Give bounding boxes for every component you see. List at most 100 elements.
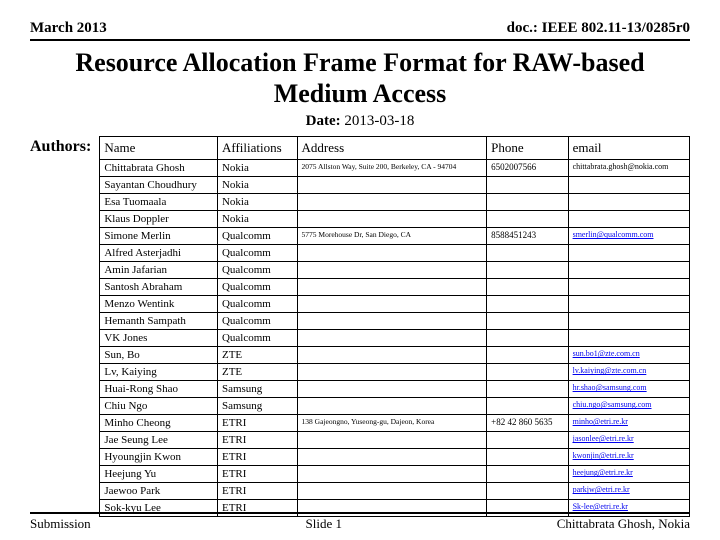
header: March 2013 doc.: IEEE 802.11-13/0285r0 xyxy=(30,20,690,37)
cell-affiliation: Nokia xyxy=(217,194,297,211)
cell-affiliation: Samsung xyxy=(217,381,297,398)
cell-name: Sayantan Choudhury xyxy=(100,177,218,194)
cell-phone: 6502007566 xyxy=(487,160,568,177)
cell-name: Huai-Rong Shao xyxy=(100,381,218,398)
table-row: Chittabrata GhoshNokia2075 Allston Way, … xyxy=(100,160,690,177)
email-link[interactable]: minho@etri.re.kr xyxy=(573,417,628,426)
cell-affiliation: Qualcomm xyxy=(217,313,297,330)
cell-phone xyxy=(487,364,568,381)
cell-email xyxy=(568,177,689,194)
email-link[interactable]: hr.shao@samsung.com xyxy=(573,383,647,392)
cell-email: parkjw@etri.re.kr xyxy=(568,483,689,500)
date-row: Date: 2013-03-18 xyxy=(30,113,690,130)
cell-email: sun.bo1@zte.com.cn xyxy=(568,347,689,364)
cell-email xyxy=(568,211,689,228)
cell-address: 2075 Allston Way, Suite 200, Berkeley, C… xyxy=(297,160,487,177)
cell-address xyxy=(297,364,487,381)
cell-email xyxy=(568,313,689,330)
cell-email: chiu.ngo@samsung.com xyxy=(568,398,689,415)
cell-phone xyxy=(487,262,568,279)
col-name: Name xyxy=(100,137,218,160)
cell-address xyxy=(297,211,487,228)
email-link[interactable]: lv.kaiying@zte.com.cn xyxy=(573,366,647,375)
cell-name: Alfred Asterjadhi xyxy=(100,245,218,262)
header-date: March 2013 xyxy=(30,20,107,37)
table-row: Jaewoo ParkETRIparkjw@etri.re.kr xyxy=(100,483,690,500)
cell-phone xyxy=(487,347,568,364)
cell-address xyxy=(297,279,487,296)
footer-rule xyxy=(30,512,690,514)
table-row: VK JonesQualcomm xyxy=(100,330,690,347)
email-link[interactable]: smerlin@qualcomm.com xyxy=(573,230,654,239)
cell-email: smerlin@qualcomm.com xyxy=(568,228,689,245)
cell-affiliation: Qualcomm xyxy=(217,279,297,296)
table-row: Simone MerlinQualcomm5775 Morehouse Dr, … xyxy=(100,228,690,245)
col-email: email xyxy=(568,137,689,160)
col-phone: Phone xyxy=(487,137,568,160)
table-row: Santosh AbrahamQualcomm xyxy=(100,279,690,296)
cell-phone xyxy=(487,466,568,483)
cell-phone xyxy=(487,245,568,262)
cell-phone xyxy=(487,483,568,500)
cell-name: Simone Merlin xyxy=(100,228,218,245)
cell-affiliation: Qualcomm xyxy=(217,245,297,262)
email-link[interactable]: parkjw@etri.re.kr xyxy=(573,485,630,494)
cell-name: Minho Cheong xyxy=(100,415,218,432)
cell-address xyxy=(297,381,487,398)
email-link[interactable]: kwonjin@etri.re.kr xyxy=(573,451,634,460)
page-title: Resource Allocation Frame Format for RAW… xyxy=(30,47,690,109)
cell-phone xyxy=(487,381,568,398)
table-row: Chiu NgoSamsungchiu.ngo@samsung.com xyxy=(100,398,690,415)
cell-name: Hyoungjin Kwon xyxy=(100,449,218,466)
cell-name: Klaus Doppler xyxy=(100,211,218,228)
cell-phone xyxy=(487,449,568,466)
table-row: Amin JafarianQualcomm xyxy=(100,262,690,279)
cell-affiliation: ETRI xyxy=(217,432,297,449)
date-label: Date: xyxy=(306,113,341,129)
authors-label: Authors: xyxy=(30,138,91,517)
col-affiliations: Affiliations xyxy=(217,137,297,160)
cell-name: Jaewoo Park xyxy=(100,483,218,500)
cell-affiliation: Nokia xyxy=(217,177,297,194)
table-row: Heejung YuETRI heejung@etri.re.kr xyxy=(100,466,690,483)
cell-name: Chiu Ngo xyxy=(100,398,218,415)
table-row: Sayantan ChoudhuryNokia xyxy=(100,177,690,194)
cell-phone: 8588451243 xyxy=(487,228,568,245)
footer: Submission Slide 1 Chittabrata Ghosh, No… xyxy=(30,512,690,532)
email-link[interactable]: Sk-lee@etri.re.kr xyxy=(573,502,628,511)
cell-email: lv.kaiying@zte.com.cn xyxy=(568,364,689,381)
cell-address xyxy=(297,262,487,279)
date-value: 2013-03-18 xyxy=(344,113,414,129)
email-link[interactable]: heejung@etri.re.kr xyxy=(573,468,633,477)
header-rule xyxy=(30,39,690,41)
email-link[interactable]: chiu.ngo@samsung.com xyxy=(573,400,652,409)
col-address: Address xyxy=(297,137,487,160)
cell-address xyxy=(297,177,487,194)
cell-phone xyxy=(487,279,568,296)
email-link[interactable]: sun.bo1@zte.com.cn xyxy=(573,349,640,358)
cell-email: chittabrata.ghosh@nokia.com xyxy=(568,160,689,177)
table-row: Menzo WentinkQualcomm xyxy=(100,296,690,313)
cell-affiliation: ETRI xyxy=(217,466,297,483)
cell-affiliation: ETRI xyxy=(217,449,297,466)
cell-email: jasonlee@etri.re.kr xyxy=(568,432,689,449)
cell-affiliation: Qualcomm xyxy=(217,330,297,347)
cell-name: Hemanth Sampath xyxy=(100,313,218,330)
cell-address xyxy=(297,296,487,313)
cell-phone xyxy=(487,330,568,347)
table-row: Esa TuomaalaNokia xyxy=(100,194,690,211)
cell-affiliation: Nokia xyxy=(217,160,297,177)
cell-phone: +82 42 860 5635 xyxy=(487,415,568,432)
cell-name: Heejung Yu xyxy=(100,466,218,483)
cell-phone xyxy=(487,211,568,228)
email-link[interactable]: jasonlee@etri.re.kr xyxy=(573,434,634,443)
cell-name: Jae Seung Lee xyxy=(100,432,218,449)
table-row: Huai-Rong ShaoSamsung hr.shao@samsung.com xyxy=(100,381,690,398)
cell-email xyxy=(568,296,689,313)
table-row: Lv, KaiyingZTElv.kaiying@zte.com.cn xyxy=(100,364,690,381)
cell-email: heejung@etri.re.kr xyxy=(568,466,689,483)
cell-phone xyxy=(487,398,568,415)
footer-center: Slide 1 xyxy=(305,516,341,532)
cell-affiliation: ZTE xyxy=(217,347,297,364)
cell-name: Menzo Wentink xyxy=(100,296,218,313)
